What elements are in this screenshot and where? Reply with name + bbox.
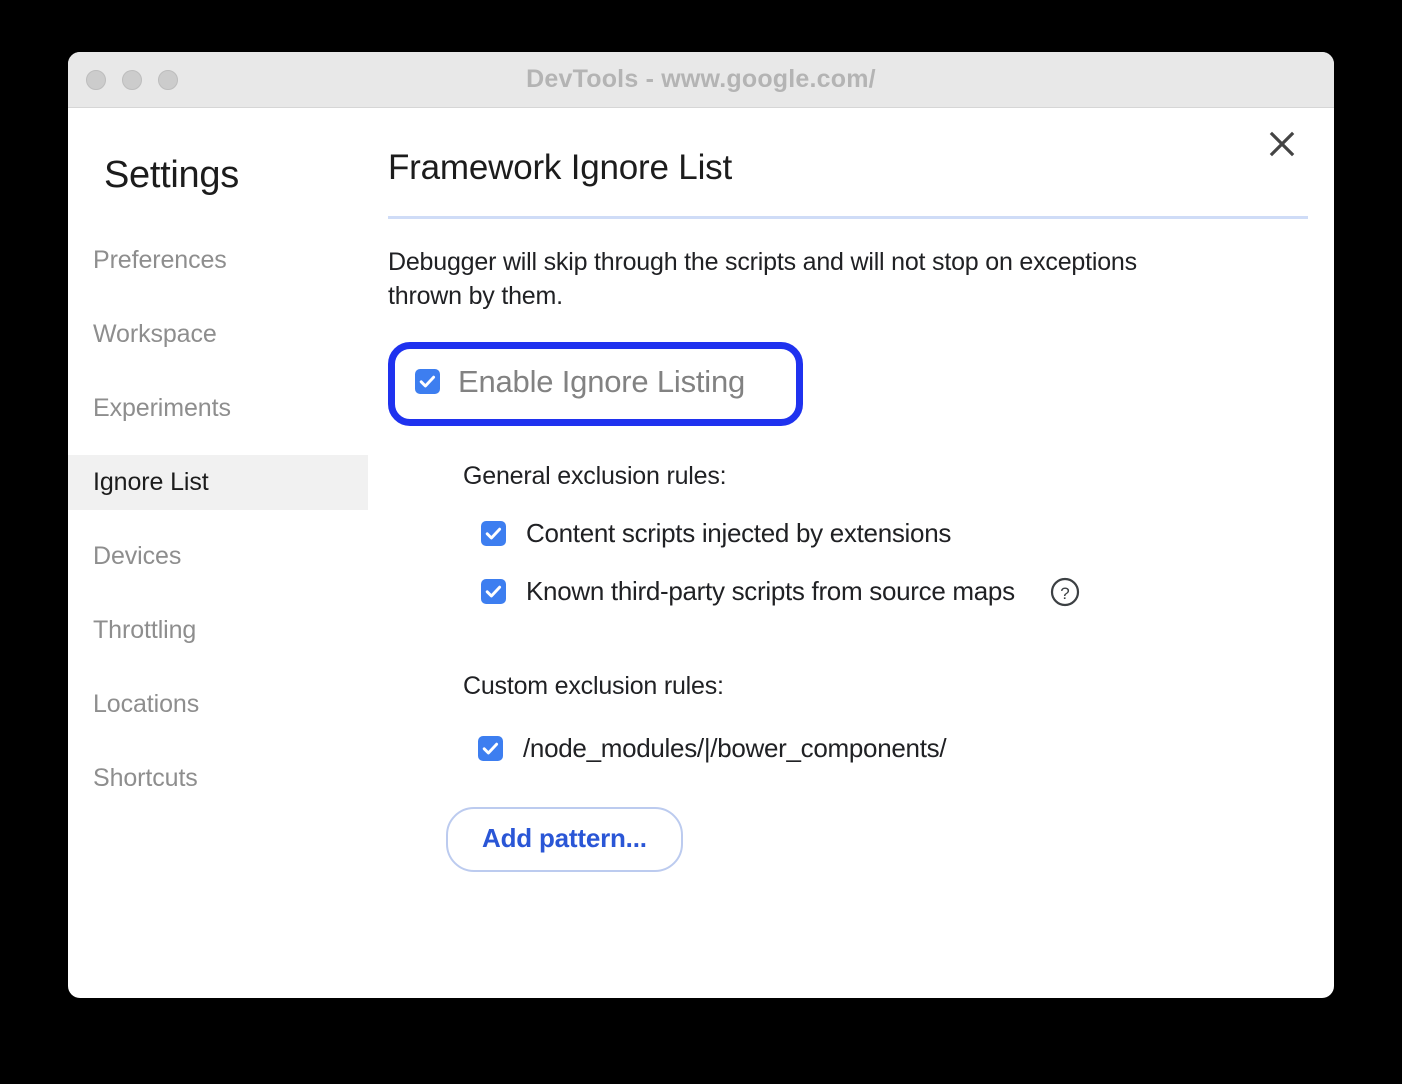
sidebar-item-throttling[interactable]: Throttling — [68, 603, 368, 658]
enable-ignore-listing-group: Enable Ignore Listing — [388, 341, 803, 426]
close-window-button[interactable] — [86, 69, 106, 90]
devtools-window: DevTools - www.google.com/ Settings Pref… — [68, 52, 1334, 998]
close-icon — [1269, 131, 1295, 157]
rule-row[interactable]: /node_modules/|/bower_components/ — [478, 733, 1308, 764]
page-title: Framework Ignore List — [388, 148, 732, 187]
third-party-scripts-checkbox[interactable] — [481, 579, 506, 604]
sidebar-item-devices[interactable]: Devices — [68, 529, 368, 584]
enable-ignore-listing-checkbox[interactable] — [415, 369, 440, 394]
node-modules-pattern-label: /node_modules/|/bower_components/ — [523, 732, 947, 763]
help-circle-icon: ? — [1050, 577, 1079, 606]
panel-description: Debugger will skip through the scripts a… — [388, 248, 1137, 310]
third-party-scripts-label: Known third-party scripts from source ma… — [526, 576, 1015, 606]
checkmark-icon — [485, 527, 502, 539]
help-button[interactable]: ? — [1049, 576, 1081, 608]
sidebar-item-preferences[interactable]: Preferences — [68, 233, 368, 288]
svg-text:?: ? — [1060, 584, 1069, 603]
settings-sidebar: Settings Preferences Workspace Experimen… — [68, 108, 368, 998]
sidebar-item-experiments[interactable]: Experiments — [68, 381, 368, 436]
enable-ignore-listing-label: Enable Ignore Listing — [458, 363, 746, 399]
content-scripts-checkbox[interactable] — [481, 520, 506, 546]
sidebar-item-locations[interactable]: Locations — [68, 677, 368, 732]
general-exclusion-rules-label: General exclusion rules: — [463, 461, 727, 490]
node-modules-pattern-checkbox[interactable] — [478, 735, 503, 761]
checkmark-icon — [485, 585, 502, 598]
content-scripts-label: Content scripts injected by extensions — [526, 517, 952, 548]
rule-row[interactable]: Content scripts injected by extensions — [481, 518, 1308, 549]
title-divider — [388, 216, 1308, 219]
add-pattern-button[interactable]: Add pattern... — [446, 806, 683, 872]
enable-ignore-listing-row[interactable]: Enable Ignore Listing — [415, 364, 745, 400]
zoom-window-button[interactable] — [158, 69, 178, 90]
sidebar-item-shortcuts[interactable]: Shortcuts — [68, 751, 368, 806]
window-body: Settings Preferences Workspace Experimen… — [68, 108, 1334, 998]
sidebar-item-workspace[interactable]: Workspace — [68, 307, 368, 362]
settings-panel: Framework Ignore List Debugger will skip… — [368, 108, 1334, 998]
sidebar-item-ignore-list[interactable]: Ignore List — [68, 455, 368, 510]
checkmark-icon — [419, 375, 436, 388]
checkmark-icon — [482, 742, 499, 754]
traffic-lights — [86, 52, 178, 107]
window-title: DevTools - www.google.com/ — [526, 65, 876, 93]
minimize-window-button[interactable] — [122, 69, 142, 90]
rule-row[interactable]: Known third-party scripts from source ma… — [481, 576, 1308, 608]
close-settings-button[interactable] — [1262, 124, 1302, 164]
window-titlebar: DevTools - www.google.com/ — [68, 52, 1334, 108]
sidebar-heading: Settings — [104, 154, 239, 196]
custom-exclusion-rules-label: Custom exclusion rules: — [463, 671, 724, 700]
